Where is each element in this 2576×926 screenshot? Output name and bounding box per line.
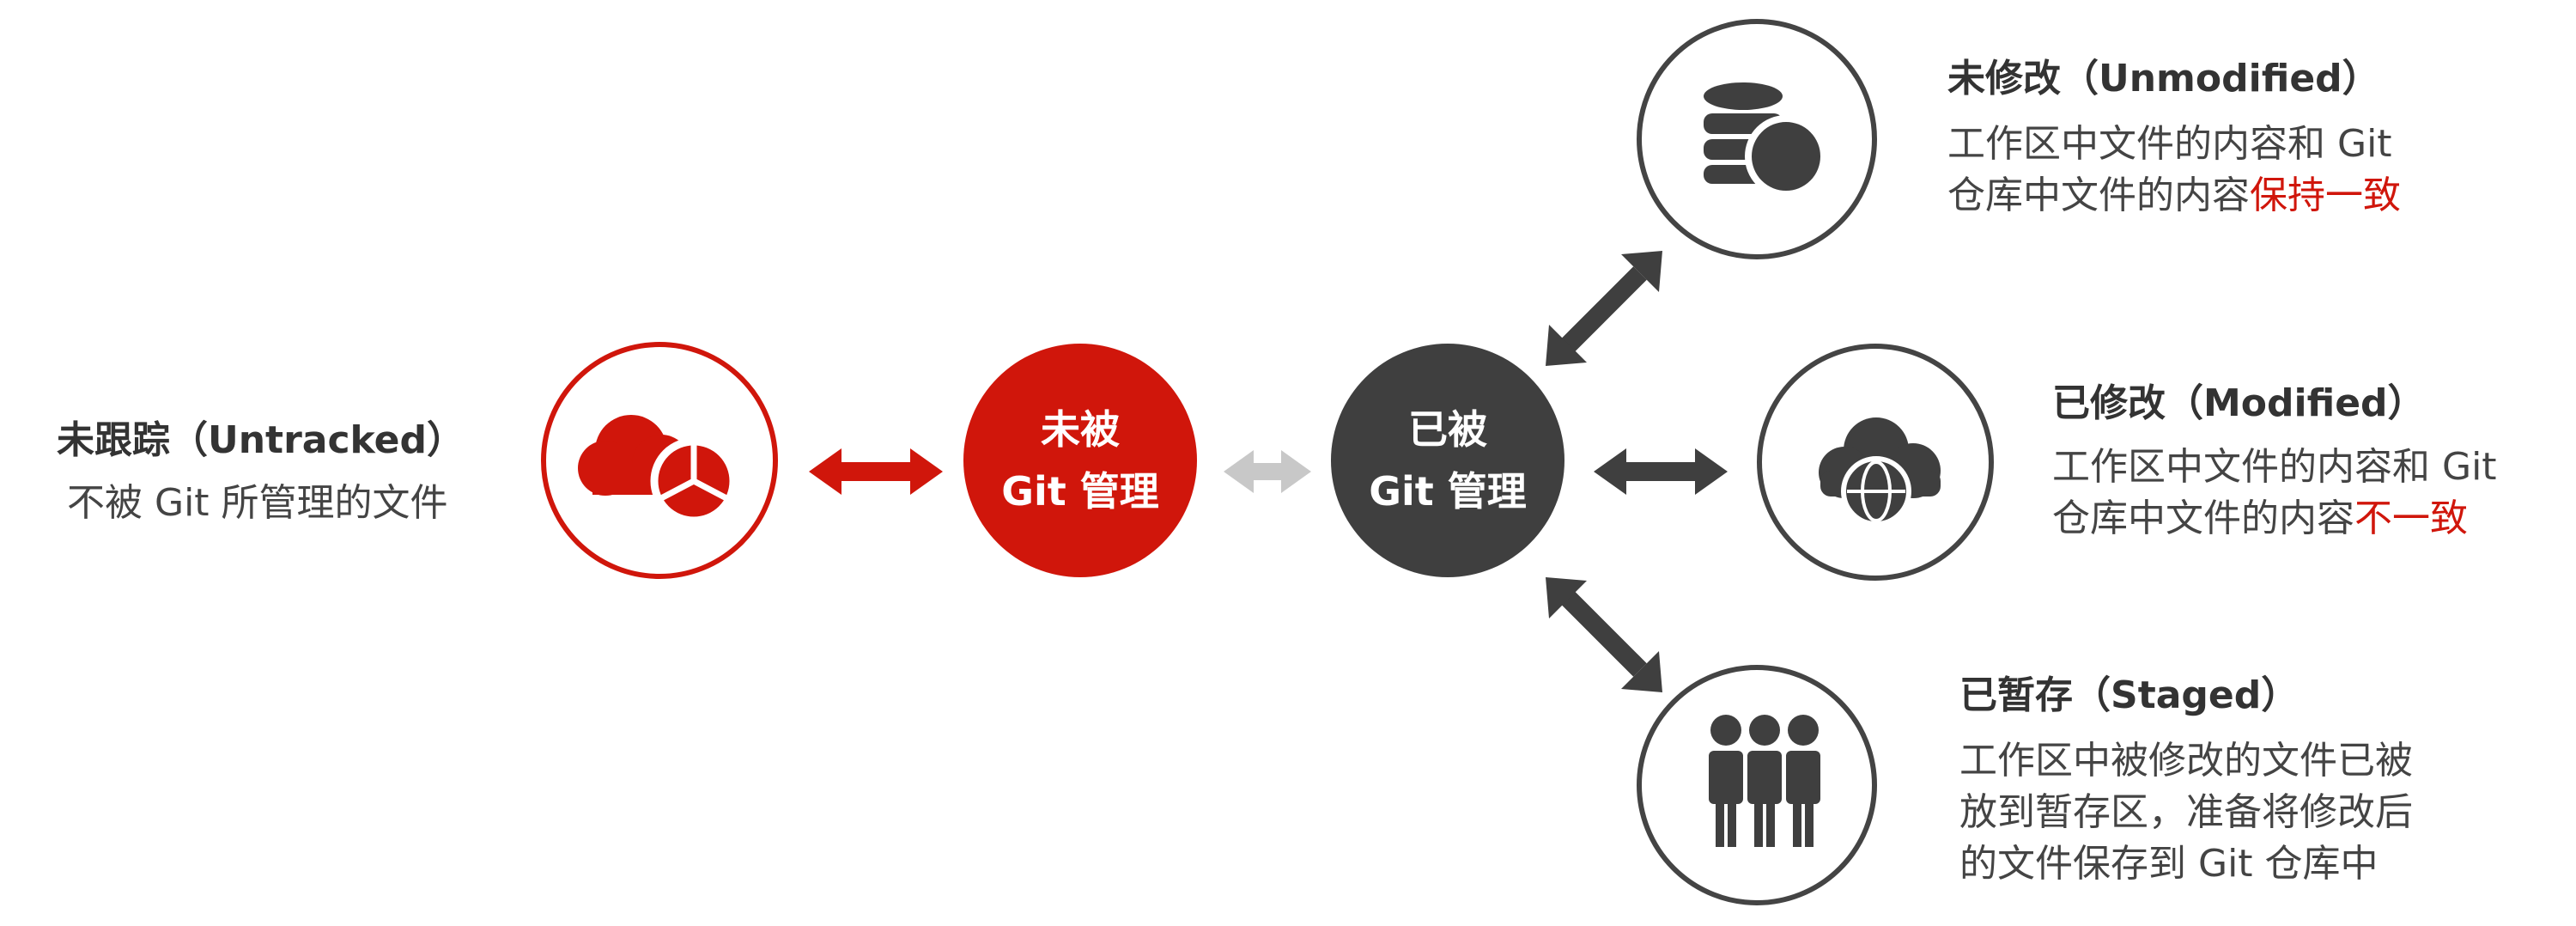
modified-title: 已修改（Modified） [2052, 381, 2426, 425]
cloud-pie-chart-icon [578, 415, 738, 525]
modified-description-line2: 仓库中文件的内容不一致 [2052, 493, 2468, 545]
modified-description-text: 仓库中文件的内容 [2052, 497, 2354, 540]
modified-description-highlight: 不一致 [2354, 497, 2468, 540]
modified-description-line1: 工作区中文件的内容和 Git [2052, 445, 2497, 489]
unmodified-description-text: 仓库中文件的内容 [1947, 174, 2250, 217]
arrow-managed-unmodified [1546, 251, 1662, 366]
staged-description-line3: 的文件保存到 Git 仓库中 [1959, 842, 2379, 886]
staged-description-line1: 工作区中被修改的文件已被 [1959, 739, 2413, 783]
database-icon [1704, 82, 1827, 198]
unmodified-description-line2: 仓库中文件的内容保持一致 [1947, 170, 2401, 222]
staged-title: 已暂存（Staged） [1959, 673, 2300, 717]
team-icon [1709, 715, 1820, 847]
cloud-globe-icon [1819, 417, 1941, 527]
arrow-managed-staged [1546, 577, 1662, 692]
unmodified-description-line1: 工作区中文件的内容和 Git [1947, 122, 2392, 166]
arrow-not-managed-managed [1224, 450, 1311, 493]
staged-description-line2: 放到暂存区，准备将修改后 [1959, 790, 2413, 834]
arrow-managed-modified [1594, 448, 1728, 495]
arrow-untracked-not-managed [809, 448, 943, 495]
unmodified-title: 未修改（Unmodified） [1947, 57, 2380, 101]
unmodified-description-highlight: 保持一致 [2250, 174, 2401, 217]
